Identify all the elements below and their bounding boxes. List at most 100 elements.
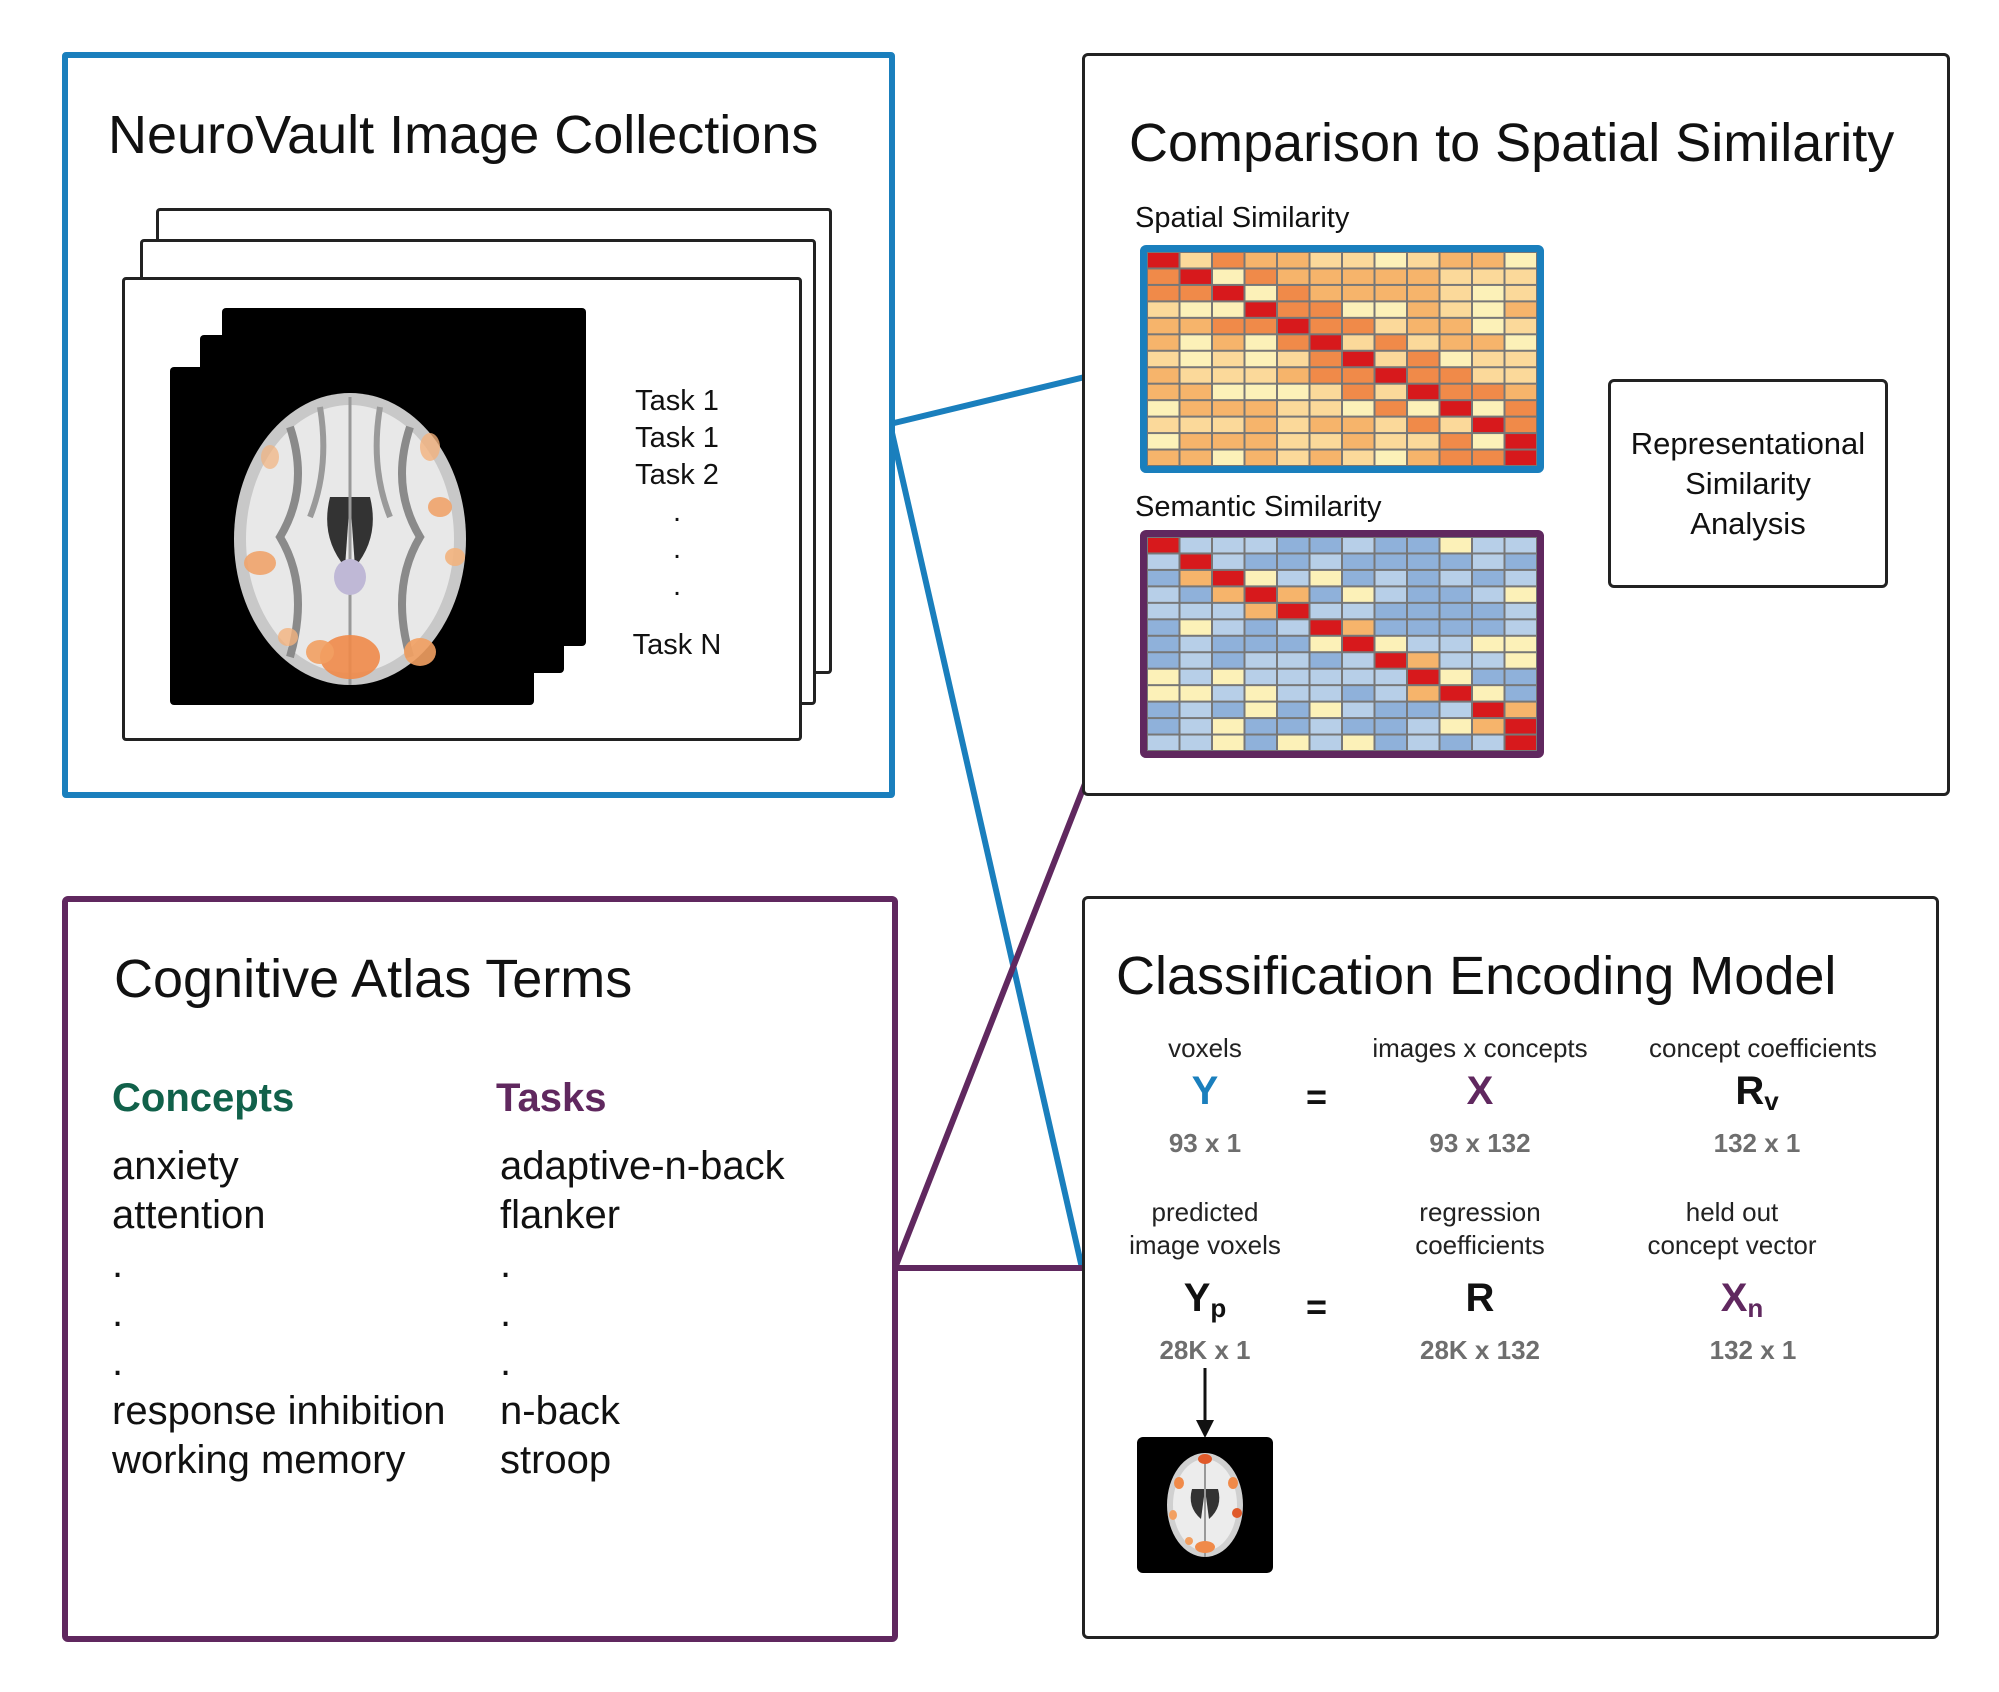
matrix-cell: [1375, 653, 1406, 668]
matrix-cell: [1245, 434, 1276, 449]
matrix-cell: [1408, 653, 1439, 668]
task-item: stroop: [500, 1438, 612, 1482]
matrix-cell: [1245, 538, 1276, 553]
matrix-cell: [1473, 620, 1504, 635]
matrix-cell: [1245, 417, 1276, 433]
matrix-cell: [1245, 702, 1276, 718]
matrix-cell: [1213, 318, 1244, 334]
matrix-cell: [1440, 636, 1471, 652]
predicted-brain-image: [1137, 1437, 1273, 1573]
rsa-line: Analysis: [1690, 505, 1806, 541]
matrix-cell: [1440, 401, 1471, 416]
matrix-cell: [1505, 368, 1536, 383]
matrix-cell: [1375, 269, 1406, 284]
matrix-cell: [1408, 368, 1439, 383]
matrix-cell: [1473, 570, 1504, 586]
matrix-cell: [1343, 384, 1374, 400]
matrix-cell: [1375, 335, 1406, 350]
task-list-item: .: [672, 533, 682, 565]
matrix-cell: [1213, 269, 1244, 284]
matrix-cell: [1148, 351, 1179, 367]
matrix-cell: [1213, 636, 1244, 652]
matrix-cell: [1343, 669, 1374, 685]
matrix-cell: [1375, 368, 1406, 383]
eq-dimension: 93 x 1: [1168, 1128, 1242, 1158]
matrix-cell: [1213, 253, 1244, 268]
matrix-cell: [1473, 719, 1504, 734]
matrix-cell: [1278, 269, 1309, 284]
matrix-cell: [1343, 620, 1374, 635]
eq-symbol: X: [1466, 1069, 1494, 1113]
matrix-cell: [1310, 620, 1341, 635]
eq-dimension: 132 x 1: [1709, 1335, 1797, 1365]
matrix-cell: [1213, 587, 1244, 602]
matrix-cell: [1278, 318, 1309, 334]
matrix-cell: [1278, 587, 1309, 602]
matrix-cell: [1440, 253, 1471, 268]
matrix-cell: [1278, 702, 1309, 718]
matrix-cell: [1473, 735, 1504, 750]
brain-axial-image: [234, 393, 466, 685]
matrix-cell: [1375, 401, 1406, 416]
matrix-cell: [1278, 384, 1309, 400]
matrix-cell: [1343, 538, 1374, 553]
matrix-cell: [1505, 417, 1536, 433]
matrix-cell: [1278, 450, 1309, 465]
matrix-cell: [1148, 417, 1179, 433]
matrix-cell: [1148, 285, 1179, 301]
matrix-cell: [1440, 603, 1471, 619]
matrix-cell: [1180, 302, 1211, 317]
matrix-cell: [1310, 554, 1341, 569]
matrix-cell: [1148, 401, 1179, 416]
matrix-cell: [1245, 669, 1276, 685]
matrix-cell: [1310, 570, 1341, 586]
matrix-cell: [1505, 636, 1536, 652]
eq-label: concept coefficients: [1649, 1033, 1877, 1063]
concept-item: .: [112, 1340, 124, 1384]
matrix-cell: [1213, 570, 1244, 586]
matrix-cell: [1375, 669, 1406, 685]
matrix-cell: [1375, 636, 1406, 652]
matrix-cell: [1213, 335, 1244, 350]
eq-label: predicted: [1151, 1197, 1259, 1227]
eq-row1-mid: images x concepts X 93 x 132: [1320, 1032, 1640, 1159]
matrix-cell: [1180, 669, 1211, 685]
matrix-cell: [1245, 351, 1276, 367]
matrix-cell: [1505, 587, 1536, 602]
matrix-cell: [1505, 401, 1536, 416]
matrix-cell: [1180, 351, 1211, 367]
matrix-cell: [1505, 538, 1536, 553]
matrix-cell: [1408, 335, 1439, 350]
matrix-cell: [1343, 335, 1374, 350]
matrix-cell: [1278, 351, 1309, 367]
matrix-cell: [1278, 368, 1309, 383]
matrix-cell: [1245, 587, 1276, 602]
matrix-cell: [1343, 450, 1374, 465]
matrix-cell: [1148, 368, 1179, 383]
concept-item: attention: [112, 1193, 266, 1237]
task-list-item: .: [672, 570, 682, 602]
matrix-cell: [1473, 302, 1504, 317]
eq-row2-left: predicted image voxels Yp 28K x 1: [1045, 1196, 1365, 1366]
matrix-cell: [1375, 417, 1406, 433]
eq-symbol: Xn: [1720, 1276, 1764, 1323]
matrix-cell: [1148, 335, 1179, 350]
concept-item: response inhibition: [112, 1389, 446, 1433]
matrix-cell: [1375, 253, 1406, 268]
task-item: .: [500, 1291, 512, 1335]
matrix-cell: [1310, 686, 1341, 701]
matrix-cell: [1408, 434, 1439, 449]
matrix-cell: [1278, 538, 1309, 553]
matrix-cell: [1343, 653, 1374, 668]
matrix-cell: [1180, 384, 1211, 400]
matrix-cell: [1408, 686, 1439, 701]
matrix-cell: [1408, 285, 1439, 301]
matrix-cell: [1505, 653, 1536, 668]
matrix-cell: [1245, 384, 1276, 400]
matrix-cell: [1278, 686, 1309, 701]
matrix-cell: [1310, 719, 1341, 734]
matrix-cell: [1310, 368, 1341, 383]
matrix-cell: [1505, 735, 1536, 750]
matrix-cell: [1310, 302, 1341, 317]
matrix-cell: [1473, 669, 1504, 685]
